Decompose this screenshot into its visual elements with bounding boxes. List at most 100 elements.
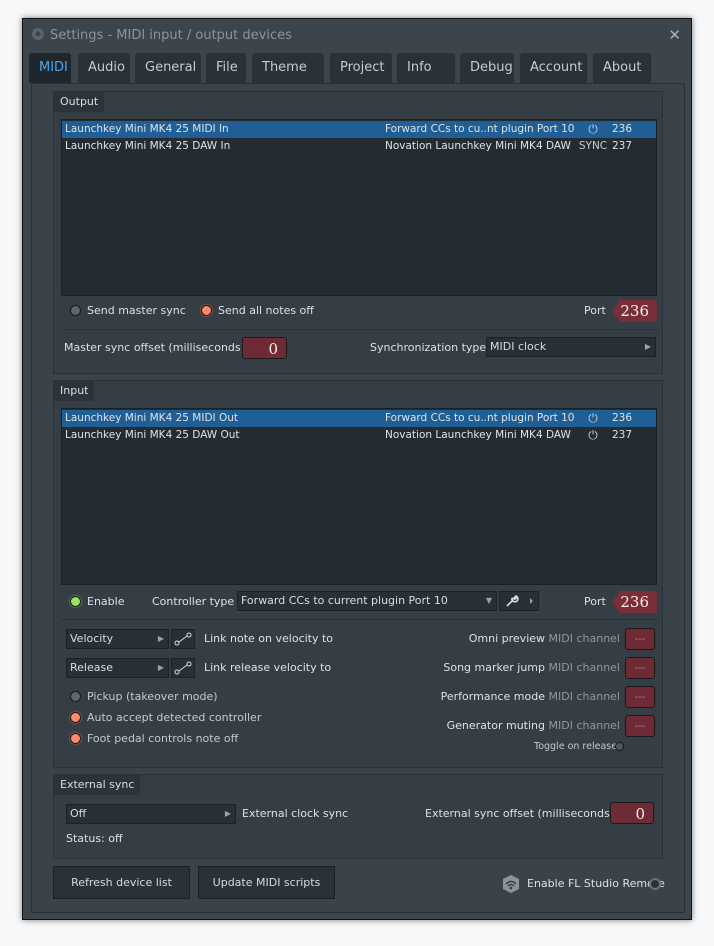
controller-type-label: Controller type [152,595,235,608]
auto-accept-radio[interactable] [70,712,81,723]
list-item[interactable]: Launchkey Mini MK4 25 MIDI Out Forward C… [62,410,656,427]
velocity-value: Velocity [70,632,114,645]
generator-muting-row: Generator muting MIDI channel [414,719,620,732]
send-all-notes-off-label: Send all notes off [218,304,314,317]
link-note-velocity-label: Link note on velocity to [204,632,334,645]
refresh-device-list-button[interactable]: Refresh device list [53,866,190,899]
tab-general[interactable]: General [135,53,201,83]
foot-pedal-radio[interactable] [70,733,81,744]
list-item[interactable]: Launchkey Mini MK4 25 DAW In Novation La… [62,138,656,155]
app-logo-icon [32,28,44,40]
device-name: Launchkey Mini MK4 25 DAW In [65,140,231,152]
tab-project[interactable]: Project [330,53,392,83]
input-panel: Input Launchkey Mini MK4 25 MIDI Out For… [53,380,663,768]
window-title: Settings - MIDI input / output devices [50,28,292,43]
external-sync-status: Status: off [66,832,123,845]
velocity-dropdown[interactable]: Velocity ▶ [66,629,169,649]
output-header: Output [54,92,105,112]
controller-settings-button[interactable] [499,591,539,611]
wrench-icon [506,595,533,607]
input-port-value[interactable]: 236 [612,591,657,613]
send-all-notes-off-radio[interactable] [201,305,212,316]
song-marker-label: Song marker jump [443,661,546,674]
remote-wifi-icon [503,875,519,893]
tab-theme[interactable]: Theme [252,53,324,83]
performance-mode-label: Performance mode [440,690,546,703]
tab-account[interactable]: Account [520,53,587,83]
toggle-on-release-label: Toggle on release [534,741,618,752]
release-dropdown[interactable]: Release ▶ [66,658,169,678]
device-port: 236 [612,412,633,424]
tab-midi[interactable]: MIDI [29,53,71,83]
master-sync-offset-label: Master sync offset (milliseconds) [64,341,245,354]
power-icon[interactable]: ⏻ [573,121,613,138]
tab-audio[interactable]: Audio [78,53,130,83]
enable-label: Enable [87,595,125,608]
device-script: Novation Launchkey Mini MK4 DAW [385,429,571,441]
midi-channel-suffix: MIDI channel [548,719,620,732]
update-midi-scripts-button[interactable]: Update MIDI scripts [198,866,335,899]
external-sync-offset-input[interactable]: 0 [610,802,654,824]
tab-file[interactable]: File [206,53,246,83]
list-item[interactable]: Launchkey Mini MK4 25 DAW Out Novation L… [62,427,656,444]
output-port-value[interactable]: 236 [612,300,657,322]
device-script: Forward CCs to cu..nt plugin Port 10 [385,412,575,424]
enable-radio[interactable] [70,596,81,607]
input-device-list[interactable]: Launchkey Mini MK4 25 MIDI Out Forward C… [61,408,657,585]
device-port: 237 [612,429,633,441]
link-release-velocity-label: Link release velocity to [204,661,332,674]
chevron-right-icon: ▶ [157,663,164,672]
sync-type-value: MIDI clock [490,340,547,353]
tab-about[interactable]: About [593,53,651,83]
output-device-list[interactable]: Launchkey Mini MK4 25 MIDI In Forward CC… [61,119,657,296]
device-name: Launchkey Mini MK4 25 DAW Out [65,429,240,441]
divider [61,619,657,620]
midi-channel-suffix: MIDI channel [548,690,620,703]
toggle-on-release-radio[interactable] [615,742,624,751]
device-name: Launchkey Mini MK4 25 MIDI Out [65,412,238,424]
link-velocity-button[interactable] [171,629,195,649]
chevron-down-icon: ▼ [485,596,492,605]
link-release-button[interactable] [171,658,195,678]
midi-channel-suffix: MIDI channel [548,632,620,645]
performance-mode-row: Performance mode MIDI channel [414,690,620,703]
enable-remote-label: Enable FL Studio Remote [527,877,665,890]
midi-settings-content: Output Launchkey Mini MK4 25 MIDI In For… [31,83,685,913]
settings-window: Settings - MIDI input / output devices ✕… [22,18,692,920]
external-clock-value: Off [70,807,87,820]
device-script: Forward CCs to cu..nt plugin Port 10 [385,123,575,135]
omni-preview-channel[interactable]: --- [625,628,655,650]
tab-debug[interactable]: Debug [460,53,514,83]
link-curve-icon [174,661,192,675]
link-curve-icon [174,632,192,646]
song-marker-row: Song marker jump MIDI channel [414,661,620,674]
performance-mode-channel[interactable]: --- [625,686,655,708]
sync-type-dropdown[interactable]: MIDI clock ▶ [486,337,656,357]
list-item[interactable]: Launchkey Mini MK4 25 MIDI In Forward CC… [62,121,656,138]
output-panel: Output Launchkey Mini MK4 25 MIDI In For… [53,91,663,374]
input-port-label: Port [584,595,606,608]
close-icon[interactable]: ✕ [668,26,681,44]
device-status: SYNC [578,140,608,152]
external-clock-dropdown[interactable]: Off ▶ [66,804,236,824]
power-icon[interactable]: ⏻ [573,410,613,427]
master-sync-offset-input[interactable]: 0 [242,337,287,359]
foot-pedal-label: Foot pedal controls note off [87,732,239,745]
sync-type-label: Synchronization type [370,341,487,354]
external-sync-offset-label: External sync offset (milliseconds) [425,807,614,820]
generator-muting-label: Generator muting [446,719,546,732]
auto-accept-label: Auto accept detected controller [87,711,262,724]
enable-remote-toggle[interactable] [649,878,661,890]
send-master-sync-radio[interactable] [70,305,81,316]
external-clock-label: External clock sync [242,807,349,820]
generator-muting-channel[interactable]: --- [625,715,655,737]
power-icon[interactable]: ⏻ [573,427,613,444]
send-master-sync-label: Send master sync [87,304,186,317]
controller-type-dropdown[interactable]: Forward CCs to current plugin Port 10 ▼ [237,591,497,611]
device-port: 236 [612,123,633,135]
omni-preview-row: Omni preview MIDI channel [414,632,620,645]
tab-info[interactable]: Info [397,53,455,83]
release-value: Release [70,661,113,674]
pickup-radio[interactable] [70,691,81,702]
song-marker-channel[interactable]: --- [625,657,655,679]
